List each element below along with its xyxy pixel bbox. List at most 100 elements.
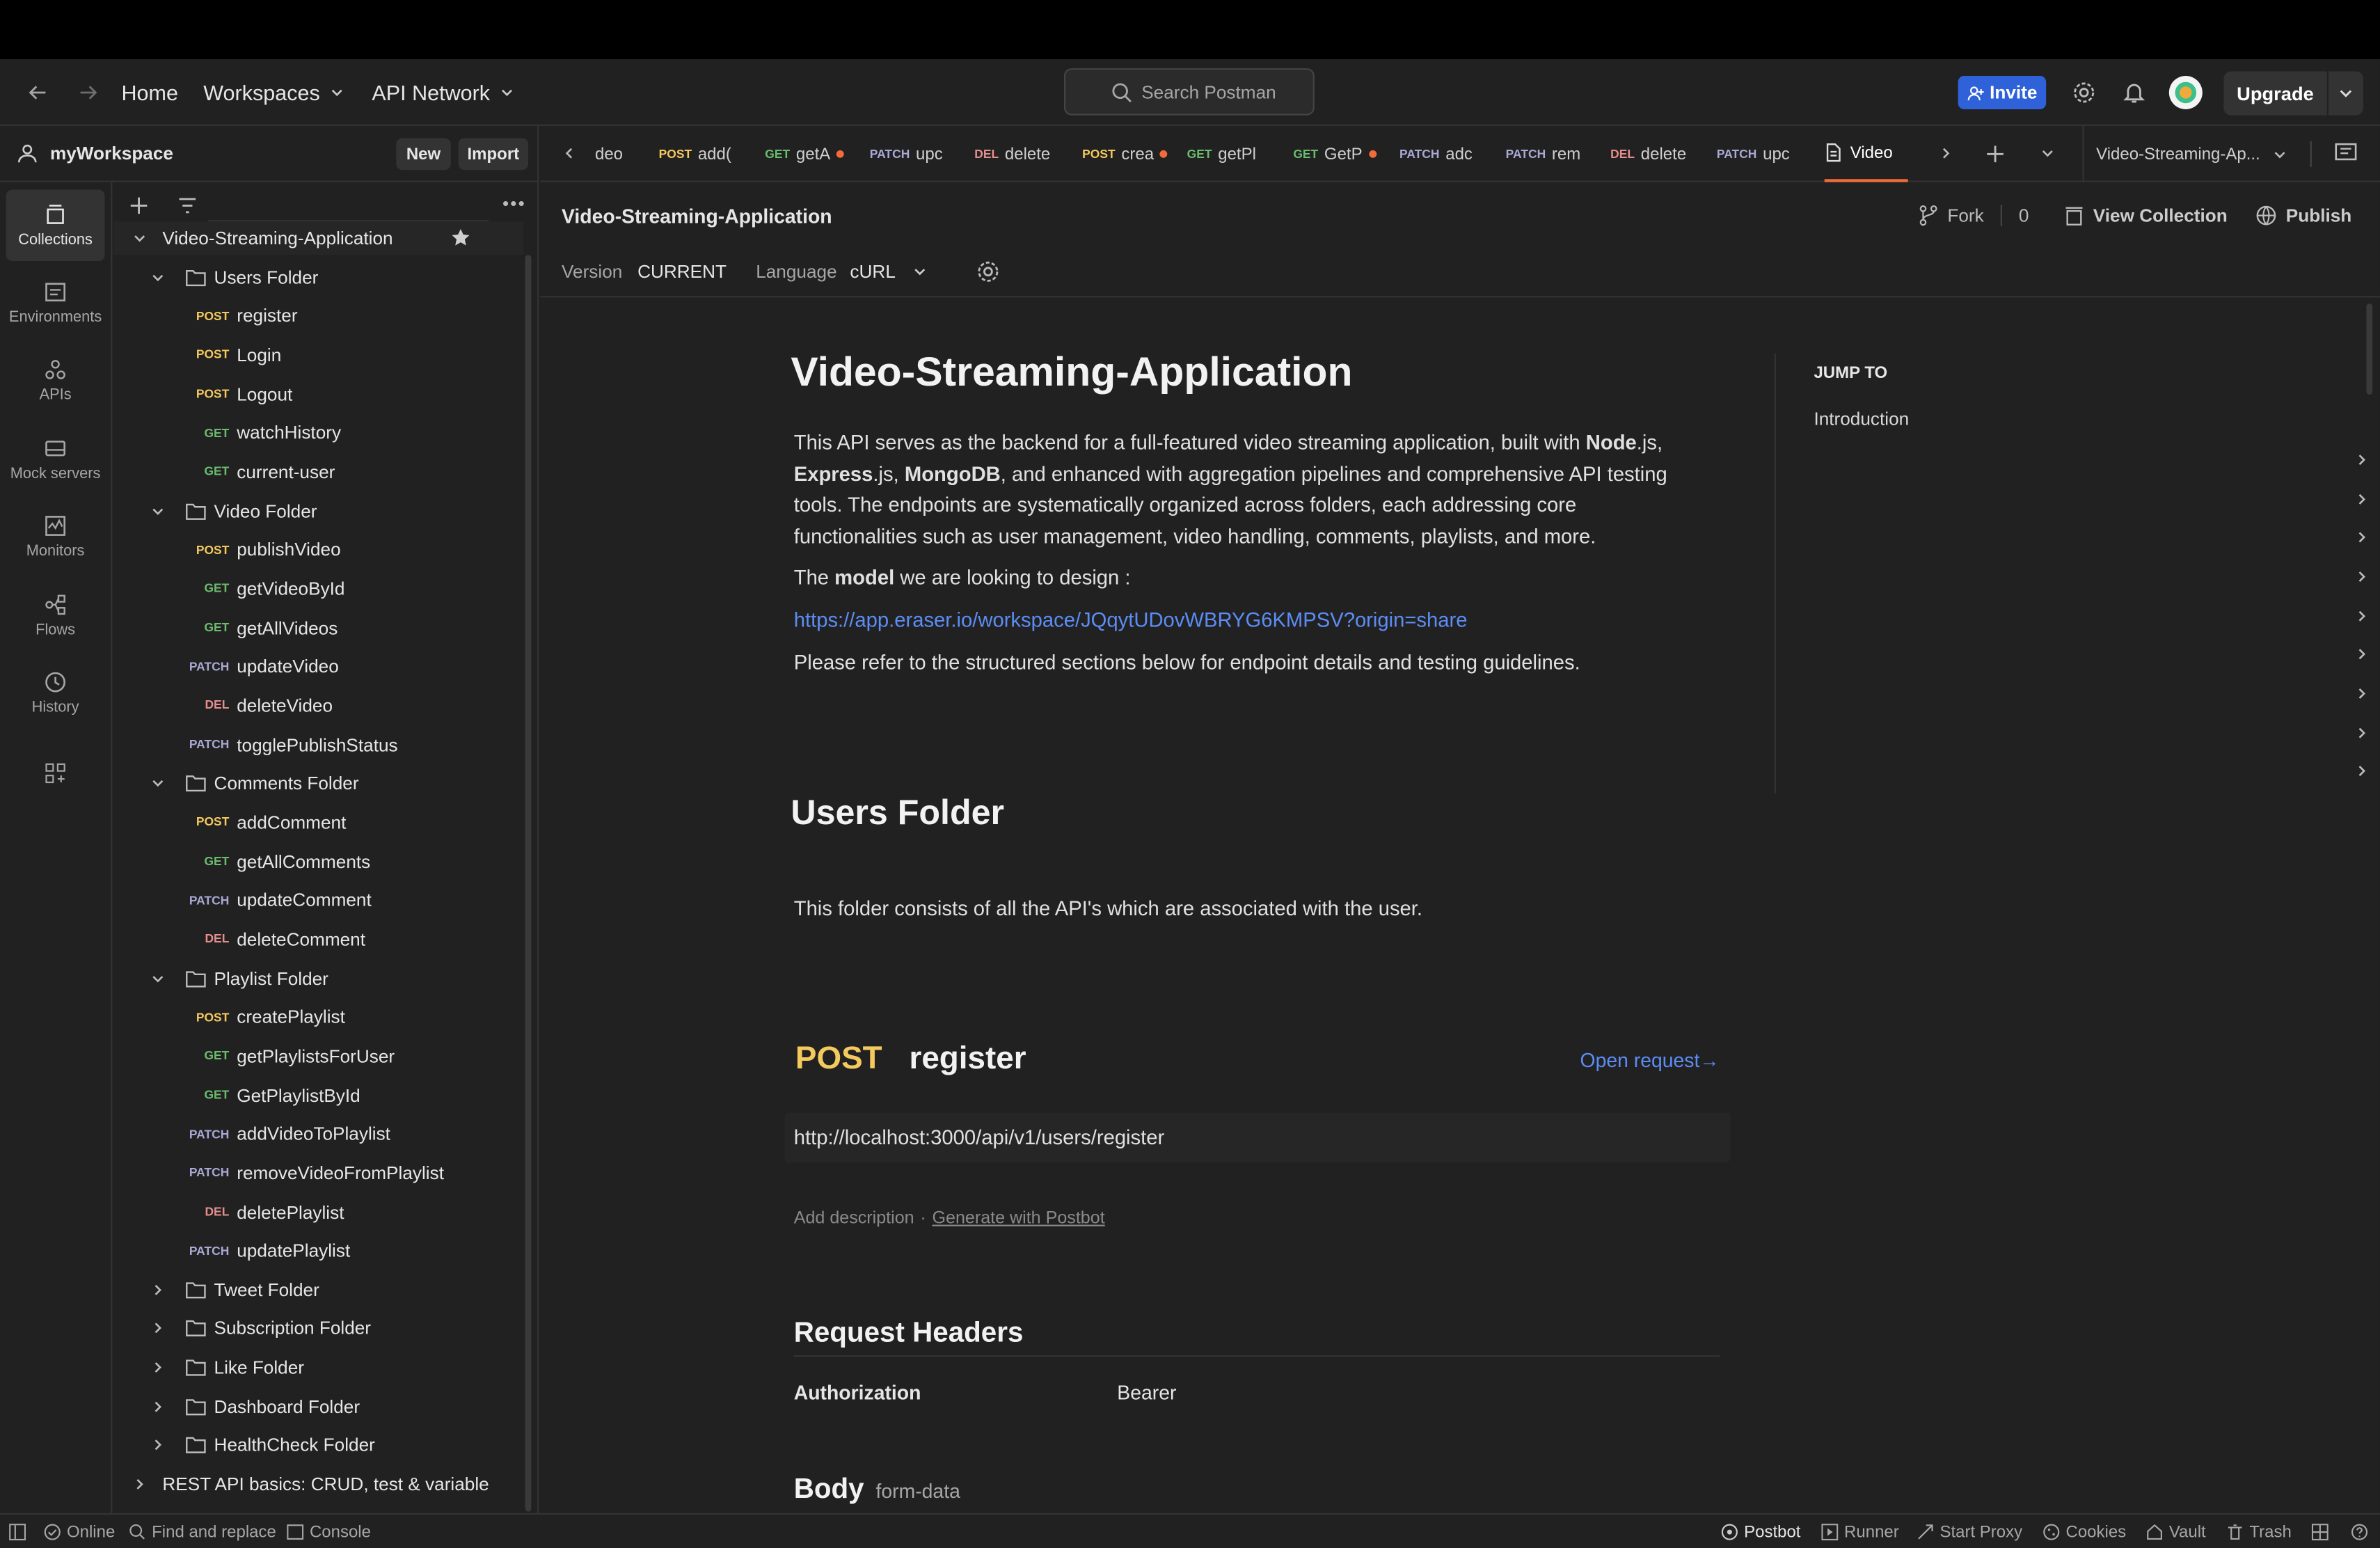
workspace-name[interactable]: myWorkspace bbox=[50, 143, 173, 164]
tab[interactable]: PATCH upc bbox=[1717, 126, 1811, 182]
jump-folder-item[interactable]: Comments Folder bbox=[2354, 523, 2380, 553]
folder-row[interactable]: Like Folder bbox=[114, 1351, 524, 1384]
jump-folder-item[interactable]: Users Folder bbox=[2354, 445, 2380, 475]
rail-item-collections[interactable]: Collections bbox=[6, 189, 105, 262]
grid-icon[interactable] bbox=[44, 762, 67, 785]
collection-row[interactable]: REST API basics: CRUD, test & variable bbox=[114, 1468, 524, 1501]
eraser-link[interactable]: https://app.eraser.io/workspace/JQqytUDo… bbox=[794, 608, 1468, 631]
language-select[interactable]: cURL bbox=[850, 261, 927, 283]
filter-input[interactable] bbox=[207, 191, 489, 222]
request-row[interactable]: GET getVideoById bbox=[114, 572, 524, 606]
jump-folder-item[interactable]: Video Folder bbox=[2354, 484, 2380, 514]
rail-item-apis[interactable]: APIs bbox=[6, 346, 105, 417]
chevron-down-icon[interactable] bbox=[2040, 145, 2055, 161]
chevron-right-icon[interactable] bbox=[150, 1360, 166, 1375]
chevron-down-icon[interactable] bbox=[150, 269, 166, 285]
tab[interactable]: POST add( bbox=[659, 126, 753, 182]
new-button[interactable]: New bbox=[396, 138, 451, 171]
online-status[interactable]: Online bbox=[44, 1515, 115, 1548]
request-row[interactable]: POST createPlaylist bbox=[114, 1000, 524, 1034]
nav-api-network[interactable]: API Network bbox=[372, 59, 514, 126]
rail-item-history[interactable]: History bbox=[6, 658, 105, 729]
tab[interactable]: POST crea bbox=[1082, 126, 1176, 182]
request-row[interactable]: DEL deletePlaylist bbox=[114, 1195, 524, 1229]
rail-item-mock-servers[interactable]: Mock servers bbox=[6, 424, 105, 495]
request-row[interactable]: POST publishVideo bbox=[114, 533, 524, 567]
request-row[interactable]: GET getPlaylistsForUser bbox=[114, 1039, 524, 1073]
chevron-left-icon[interactable] bbox=[562, 145, 577, 161]
settings-icon[interactable] bbox=[976, 260, 1000, 284]
tab[interactable]: GET GetP bbox=[1293, 126, 1387, 182]
folder-row[interactable]: Video Folder bbox=[114, 494, 524, 528]
fork-button[interactable]: Fork 0 bbox=[1919, 205, 2029, 226]
request-row[interactable]: POST addComment bbox=[114, 806, 524, 839]
chevron-right-icon[interactable] bbox=[132, 1477, 148, 1492]
folder-row[interactable]: Tweet Folder bbox=[114, 1273, 524, 1306]
jump-folder-item[interactable]: Tweet Folder bbox=[2354, 601, 2380, 631]
chevron-right-icon[interactable] bbox=[1938, 145, 1953, 161]
search-input[interactable]: Search Postman bbox=[1063, 68, 1315, 116]
tab-active[interactable]: Video bbox=[1824, 126, 1908, 182]
postbot-button[interactable]: Postbot bbox=[1721, 1515, 1800, 1548]
help-icon[interactable] bbox=[2351, 1515, 2368, 1548]
tab[interactable]: DEL delete bbox=[974, 126, 1068, 182]
rail-item-flows[interactable]: Flows bbox=[6, 580, 105, 651]
toggle-sidebar-icon[interactable] bbox=[9, 1515, 26, 1548]
tab[interactable]: deo bbox=[595, 126, 640, 182]
chevron-right-icon[interactable] bbox=[150, 1438, 166, 1453]
new-tab-icon[interactable] bbox=[1985, 144, 2005, 164]
request-row[interactable]: GET GetPlaylistById bbox=[114, 1078, 524, 1112]
open-request-link[interactable]: Open request→ bbox=[1580, 1049, 1720, 1072]
request-row[interactable]: DEL deleteComment bbox=[114, 922, 524, 956]
more-options-icon[interactable]: ••• bbox=[502, 193, 526, 214]
request-row[interactable]: PATCH updateComment bbox=[114, 883, 524, 917]
chevron-right-icon[interactable] bbox=[150, 1321, 166, 1336]
sidebar-scrollbar[interactable] bbox=[525, 255, 532, 1512]
tab[interactable]: GET getPl bbox=[1187, 126, 1281, 182]
back-arrow-icon[interactable] bbox=[27, 82, 49, 104]
request-row[interactable]: GET watchHistory bbox=[114, 416, 524, 450]
forward-arrow-icon[interactable] bbox=[77, 82, 99, 104]
jump-folder-item[interactable]: Dashboard Folder bbox=[2354, 717, 2380, 748]
folder-row[interactable]: Comments Folder bbox=[114, 767, 524, 800]
avatar[interactable] bbox=[2168, 76, 2203, 109]
generate-with-postbot-link[interactable]: Generate with Postbot bbox=[932, 1210, 1104, 1228]
folder-row[interactable]: HealthCheck Folder bbox=[114, 1429, 524, 1462]
comments-icon[interactable] bbox=[2335, 143, 2358, 164]
tab[interactable]: GET getA bbox=[765, 126, 859, 182]
console-button[interactable]: Console bbox=[287, 1515, 371, 1548]
environment-select[interactable]: Video-Streaming-Ap... bbox=[2096, 126, 2287, 182]
jump-folder-item[interactable]: Playlist Folder bbox=[2354, 562, 2380, 592]
tab[interactable]: DEL delete bbox=[1610, 126, 1704, 182]
jump-folder-item[interactable]: Like Folder bbox=[2354, 679, 2380, 709]
doc-scrollbar[interactable] bbox=[2366, 303, 2373, 395]
chevron-right-icon[interactable] bbox=[150, 1282, 166, 1297]
import-button[interactable]: Import bbox=[458, 138, 529, 171]
invite-button[interactable]: Invite bbox=[1958, 76, 2047, 109]
rail-item-environments[interactable]: Environments bbox=[6, 268, 105, 339]
request-row[interactable]: GET getAllVideos bbox=[114, 611, 524, 645]
request-row[interactable]: PATCH updatePlaylist bbox=[114, 1234, 524, 1267]
folder-row[interactable]: Dashboard Folder bbox=[114, 1390, 524, 1423]
runner-button[interactable]: Runner bbox=[1821, 1515, 1899, 1548]
tab[interactable]: PATCH upc bbox=[870, 126, 964, 182]
view-collection-button[interactable]: View Collection bbox=[2064, 205, 2228, 226]
request-row[interactable]: PATCH removeVideoFromPlaylist bbox=[114, 1156, 524, 1190]
request-row[interactable]: PATCH addVideoToPlaylist bbox=[114, 1117, 524, 1151]
filter-icon[interactable] bbox=[177, 196, 197, 215]
layout-icon[interactable] bbox=[2311, 1515, 2329, 1548]
version-select[interactable]: CURRENT bbox=[637, 261, 727, 283]
chevron-right-icon[interactable] bbox=[150, 1399, 166, 1414]
request-row[interactable]: PATCH updateVideo bbox=[114, 650, 524, 684]
folder-row[interactable]: Playlist Folder bbox=[114, 961, 524, 995]
folder-row[interactable]: Subscription Folder bbox=[114, 1312, 524, 1345]
find-and-replace[interactable]: Find and replace bbox=[129, 1515, 276, 1548]
chevron-down-icon[interactable] bbox=[150, 776, 166, 791]
request-row[interactable]: POST register bbox=[114, 299, 524, 333]
chevron-down-icon[interactable] bbox=[150, 970, 166, 986]
publish-button[interactable]: Publish bbox=[2255, 205, 2351, 226]
tab[interactable]: PATCH adc bbox=[1399, 126, 1493, 182]
rail-item-monitors[interactable]: Monitors bbox=[6, 502, 105, 573]
nav-home[interactable]: Home bbox=[121, 59, 177, 126]
bell-icon[interactable] bbox=[2122, 81, 2146, 105]
